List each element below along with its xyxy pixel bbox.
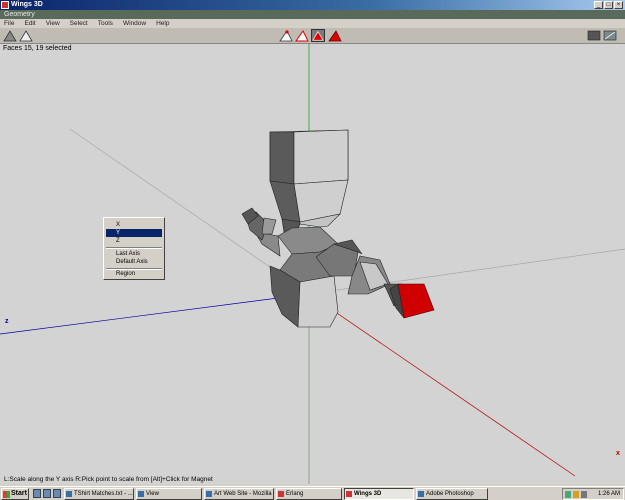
taskbar-button-wings3d[interactable]: Wings 3D bbox=[344, 488, 414, 500]
window-title: Wings 3D bbox=[11, 1, 43, 8]
system-tray: 1:26 AM bbox=[562, 488, 624, 500]
quicklaunch-desktop-icon[interactable] bbox=[33, 489, 41, 498]
z-axis-label: z bbox=[5, 318, 9, 325]
quicklaunch-explorer-icon[interactable] bbox=[53, 489, 61, 498]
axes-icon[interactable] bbox=[603, 29, 617, 42]
photoshop-icon bbox=[418, 491, 424, 497]
menu-view[interactable]: View bbox=[46, 19, 60, 28]
wings3d-icon bbox=[346, 491, 352, 497]
perspective-icon[interactable] bbox=[19, 29, 33, 42]
menu-item-region[interactable]: Region bbox=[106, 270, 162, 278]
x-axis-label: x bbox=[616, 450, 620, 457]
scale-axis-menu: X Y Z Last Axis Default Axis Region bbox=[103, 217, 165, 280]
smooth-preview-icon[interactable] bbox=[3, 29, 17, 42]
tray-volume-icon[interactable] bbox=[573, 491, 579, 498]
window-titlebar: Wings 3D _ □ × bbox=[0, 0, 625, 10]
notepad-icon bbox=[66, 491, 72, 497]
taskbar-button-mozilla[interactable]: Art Web Site - Mozilla bbox=[204, 488, 274, 500]
z-axis-line bbox=[0, 293, 310, 335]
start-label: Start bbox=[11, 490, 27, 497]
minimize-button[interactable]: _ bbox=[594, 1, 603, 9]
folder-icon bbox=[138, 491, 144, 497]
selection-info: Faces 15, 19 selected bbox=[3, 45, 72, 52]
toolbar bbox=[0, 28, 625, 44]
menu-window[interactable]: Window bbox=[123, 19, 146, 28]
clock: 1:26 AM bbox=[597, 491, 620, 497]
taskbar: Start TShirt Matches.txt - ... View Art … bbox=[0, 486, 625, 500]
groundplane-icon[interactable] bbox=[587, 29, 601, 42]
menu-item-z[interactable]: Z bbox=[106, 237, 162, 245]
app-icon bbox=[1, 1, 9, 9]
taskbar-button-view[interactable]: View bbox=[136, 488, 202, 500]
window-controls: _ □ × bbox=[594, 1, 623, 9]
menu-edit[interactable]: Edit bbox=[24, 19, 35, 28]
windows-flag-icon bbox=[3, 491, 10, 498]
geometry-title-bar[interactable]: Geometry bbox=[0, 10, 625, 19]
taskbar-button-photoshop[interactable]: Adobe Photoshop bbox=[416, 488, 488, 500]
tray-app-icon[interactable] bbox=[581, 491, 587, 498]
maximize-button[interactable]: □ bbox=[604, 1, 613, 9]
menu-bar: File Edit View Select Tools Window Help bbox=[0, 19, 625, 28]
3d-viewport[interactable]: Faces 15, 19 selected z x bbox=[0, 44, 625, 484]
wings3d-screen: Wings 3D _ □ × Geometry File Edit View S… bbox=[0, 0, 625, 500]
mozilla-icon bbox=[206, 491, 212, 497]
body-mode-icon[interactable] bbox=[328, 29, 342, 42]
menu-file[interactable]: File bbox=[4, 19, 14, 28]
menu-select[interactable]: Select bbox=[70, 19, 88, 28]
start-button[interactable]: Start bbox=[1, 488, 29, 500]
taskbar-button-erlang[interactable]: Erlang bbox=[276, 488, 342, 500]
menu-separator bbox=[106, 247, 162, 249]
menu-item-last-axis[interactable]: Last Axis bbox=[106, 250, 162, 258]
vertex-mode-icon[interactable] bbox=[279, 29, 293, 42]
scene-canvas[interactable] bbox=[0, 44, 625, 484]
status-text: L:Scale along the Y axis R:Pick point to… bbox=[4, 476, 213, 483]
menu-help[interactable]: Help bbox=[156, 19, 169, 28]
erlang-icon bbox=[278, 491, 284, 497]
face-mode-icon[interactable] bbox=[311, 29, 325, 42]
menu-item-y[interactable]: Y bbox=[106, 229, 162, 237]
x-axis-line bbox=[308, 293, 576, 477]
edge-mode-icon[interactable] bbox=[295, 29, 309, 42]
menu-tools[interactable]: Tools bbox=[98, 19, 113, 28]
taskbar-button-tshirt[interactable]: TShirt Matches.txt - ... bbox=[64, 488, 134, 500]
quicklaunch-browser-icon[interactable] bbox=[43, 489, 51, 498]
close-button[interactable]: × bbox=[614, 1, 623, 9]
tray-network-icon[interactable] bbox=[565, 491, 571, 498]
menu-item-x[interactable]: X bbox=[106, 221, 162, 229]
menu-item-default-axis[interactable]: Default Axis bbox=[106, 258, 162, 266]
